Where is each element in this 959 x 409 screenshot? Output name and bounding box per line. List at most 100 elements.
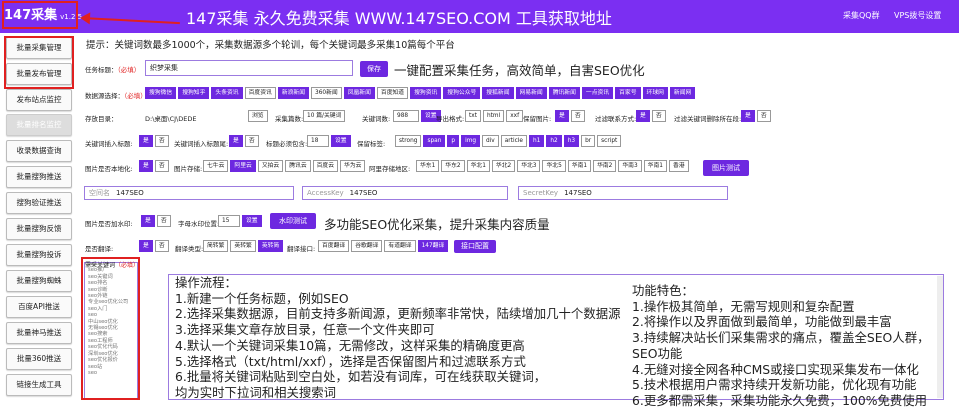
translate-api-tag-3[interactable]: 147翻译 bbox=[417, 240, 449, 252]
region-tag-8[interactable]: 华南3 bbox=[618, 160, 642, 172]
keep-img-no[interactable]: 否 bbox=[570, 110, 585, 122]
accesskey-input[interactable]: AccessKey 147SEO bbox=[302, 186, 508, 200]
source-tag-6[interactable]: 凤凰新闻 bbox=[343, 87, 375, 99]
source-tag-7[interactable]: 百度知道 bbox=[376, 87, 409, 99]
format-tag-2[interactable]: xxf bbox=[506, 110, 524, 122]
source-tag-4[interactable]: 新浪新闻 bbox=[277, 87, 310, 99]
img-store-tag-5[interactable]: 华为云 bbox=[340, 160, 366, 172]
img-store-tag-1[interactable]: 阿里云 bbox=[230, 160, 256, 172]
space-input[interactable]: 空间名 147SEO bbox=[84, 186, 294, 200]
source-tag-3[interactable]: 百度资讯 bbox=[244, 87, 276, 99]
translate-type-tag-0[interactable]: 简转繁 bbox=[203, 240, 229, 252]
sidebar-item-sogou-push[interactable]: 批量搜狗推送 bbox=[6, 166, 72, 188]
keep-img-yes[interactable]: 是 bbox=[555, 110, 569, 122]
img-store-tag-4[interactable]: 百度云 bbox=[312, 160, 339, 172]
sidebar-item-rank[interactable]: 批量排名监控 bbox=[6, 114, 72, 136]
translate-type-tag-2[interactable]: 英转简 bbox=[257, 240, 284, 252]
source-tag-1[interactable]: 搜狗知乎 bbox=[178, 87, 210, 99]
region-tag-0[interactable]: 华东1 bbox=[416, 160, 440, 172]
watermark-test-button[interactable]: 水印测试 bbox=[270, 213, 316, 229]
sidebar-item-link-tool[interactable]: 链接生成工具 bbox=[6, 374, 72, 396]
kw-count-input[interactable]: 988 bbox=[393, 110, 419, 122]
task-title-input[interactable]: 织梦采集 bbox=[145, 60, 353, 76]
region-tag-5[interactable]: 华北5 bbox=[542, 160, 566, 172]
kw-insert-title-no[interactable]: 否 bbox=[244, 135, 259, 147]
kw-insert-title-yes[interactable]: 是 bbox=[229, 135, 243, 147]
format-tag-1[interactable]: html bbox=[482, 110, 505, 122]
filter-del-yes[interactable]: 是 bbox=[741, 110, 755, 122]
scrollbar[interactable] bbox=[937, 276, 943, 398]
img-store-tag-3[interactable]: 腾讯云 bbox=[285, 160, 311, 172]
vps-link[interactable]: VPS拨号设置 bbox=[894, 10, 941, 21]
translate-api-tag-2[interactable]: 有道翻译 bbox=[384, 240, 416, 252]
sidebar-item-sogou-verify[interactable]: 搜狗验证推送 bbox=[6, 192, 72, 214]
keep-tag-10[interactable]: script bbox=[597, 135, 622, 147]
watermark-no[interactable]: 否 bbox=[156, 215, 171, 227]
img-store-tag-2[interactable]: 又拍云 bbox=[257, 160, 284, 172]
kw-insert-no[interactable]: 否 bbox=[154, 135, 169, 147]
translate-yes[interactable]: 是 bbox=[139, 240, 153, 252]
filter-del-no[interactable]: 否 bbox=[756, 110, 771, 122]
source-tag-8[interactable]: 搜狗资讯 bbox=[410, 87, 442, 99]
must-contain-set-button[interactable]: 设置 bbox=[331, 135, 351, 147]
region-tag-4[interactable]: 华北3 bbox=[517, 160, 541, 172]
source-tag-0[interactable]: 搜狗微信 bbox=[145, 87, 177, 99]
sidebar-item-index[interactable]: 收录数据查询 bbox=[6, 140, 72, 162]
source-tag-13[interactable]: 一点资讯 bbox=[581, 87, 614, 99]
region-tag-2[interactable]: 华北1 bbox=[466, 160, 490, 172]
source-tag-5[interactable]: 360新闻 bbox=[311, 87, 342, 99]
api-config-button[interactable]: 接口配置 bbox=[454, 240, 496, 253]
sidebar-item-shenma[interactable]: 批量神马推送 bbox=[6, 322, 72, 344]
source-tag-11[interactable]: 网易新闻 bbox=[515, 87, 547, 99]
keep-tag-3[interactable]: img bbox=[461, 135, 481, 147]
filter-contact-no[interactable]: 否 bbox=[651, 110, 666, 122]
source-tag-12[interactable]: 腾讯新闻 bbox=[548, 87, 580, 99]
keep-tag-6[interactable]: h1 bbox=[528, 135, 545, 147]
translate-type-tag-1[interactable]: 英转繁 bbox=[230, 240, 256, 252]
region-tag-6[interactable]: 华南1 bbox=[567, 160, 592, 172]
sidebar-item-sogou-feedback[interactable]: 批量搜狗反馈 bbox=[6, 218, 72, 240]
watermark-yes[interactable]: 是 bbox=[141, 215, 155, 227]
translate-api-tag-1[interactable]: 谷歌翻译 bbox=[351, 240, 383, 252]
must-contain-input[interactable]: 18 bbox=[307, 135, 329, 147]
region-tag-3[interactable]: 华北2 bbox=[491, 160, 516, 172]
region-tag-1[interactable]: 华东2 bbox=[441, 160, 465, 172]
source-tag-9[interactable]: 搜狗公众号 bbox=[443, 87, 481, 99]
sidebar-item-baidu-api[interactable]: 百度API推送 bbox=[6, 296, 72, 318]
source-tag-14[interactable]: 百家号 bbox=[615, 87, 641, 99]
secretkey-input[interactable]: SecretKey 147SEO bbox=[518, 186, 728, 200]
source-tag-16[interactable]: 新闻网 bbox=[669, 87, 696, 99]
keep-tag-4[interactable]: div bbox=[482, 135, 499, 147]
sidebar-item-monitor[interactable]: 发布站点监控 bbox=[6, 89, 72, 111]
translate-no[interactable]: 否 bbox=[154, 240, 169, 252]
region-tag-10[interactable]: 香港 bbox=[668, 160, 689, 172]
keep-tag-2[interactable]: p bbox=[447, 135, 460, 147]
source-tag-2[interactable]: 头条资讯 bbox=[211, 87, 243, 99]
filter-contact-yes[interactable]: 是 bbox=[636, 110, 650, 122]
translate-api-tag-0[interactable]: 百度翻译 bbox=[318, 240, 350, 252]
sidebar-item-360[interactable]: 批量360推送 bbox=[6, 348, 72, 370]
source-tag-15[interactable]: 环球网 bbox=[642, 87, 668, 99]
img-store-tag-0[interactable]: 七牛云 bbox=[203, 160, 229, 172]
wm-pos-set-button[interactable]: 设置 bbox=[242, 215, 262, 227]
region-tag-9[interactable]: 华南1 bbox=[643, 160, 667, 172]
keep-tag-7[interactable]: h2 bbox=[546, 135, 562, 147]
wm-pos-input[interactable]: 15 bbox=[218, 215, 240, 227]
source-tag-10[interactable]: 搜狐新闻 bbox=[482, 87, 514, 99]
keep-tag-9[interactable]: br bbox=[581, 135, 596, 147]
keep-tag-1[interactable]: span bbox=[423, 135, 446, 147]
sidebar-item-sogou-complain[interactable]: 批量搜狗投诉 bbox=[6, 244, 72, 266]
save-button[interactable]: 保存 bbox=[360, 61, 388, 77]
browse-button[interactable]: 浏览 bbox=[248, 110, 268, 122]
count-input[interactable]: 10 篇/关键词 bbox=[303, 110, 346, 122]
qq-group-link[interactable]: 采集QQ群 bbox=[843, 10, 880, 21]
sidebar-item-sogou-spider[interactable]: 批量搜狗蜘蛛 bbox=[6, 270, 72, 292]
img-test-button[interactable]: 图片测试 bbox=[703, 160, 749, 176]
region-tag-7[interactable]: 华南2 bbox=[593, 160, 617, 172]
format-tag-0[interactable]: txt bbox=[465, 110, 481, 122]
keep-tag-8[interactable]: h3 bbox=[563, 135, 580, 147]
keep-tag-0[interactable]: strong bbox=[395, 135, 422, 147]
img-local-yes[interactable]: 是 bbox=[139, 160, 153, 172]
img-local-no[interactable]: 否 bbox=[154, 160, 169, 172]
keep-tag-5[interactable]: article bbox=[500, 135, 527, 147]
